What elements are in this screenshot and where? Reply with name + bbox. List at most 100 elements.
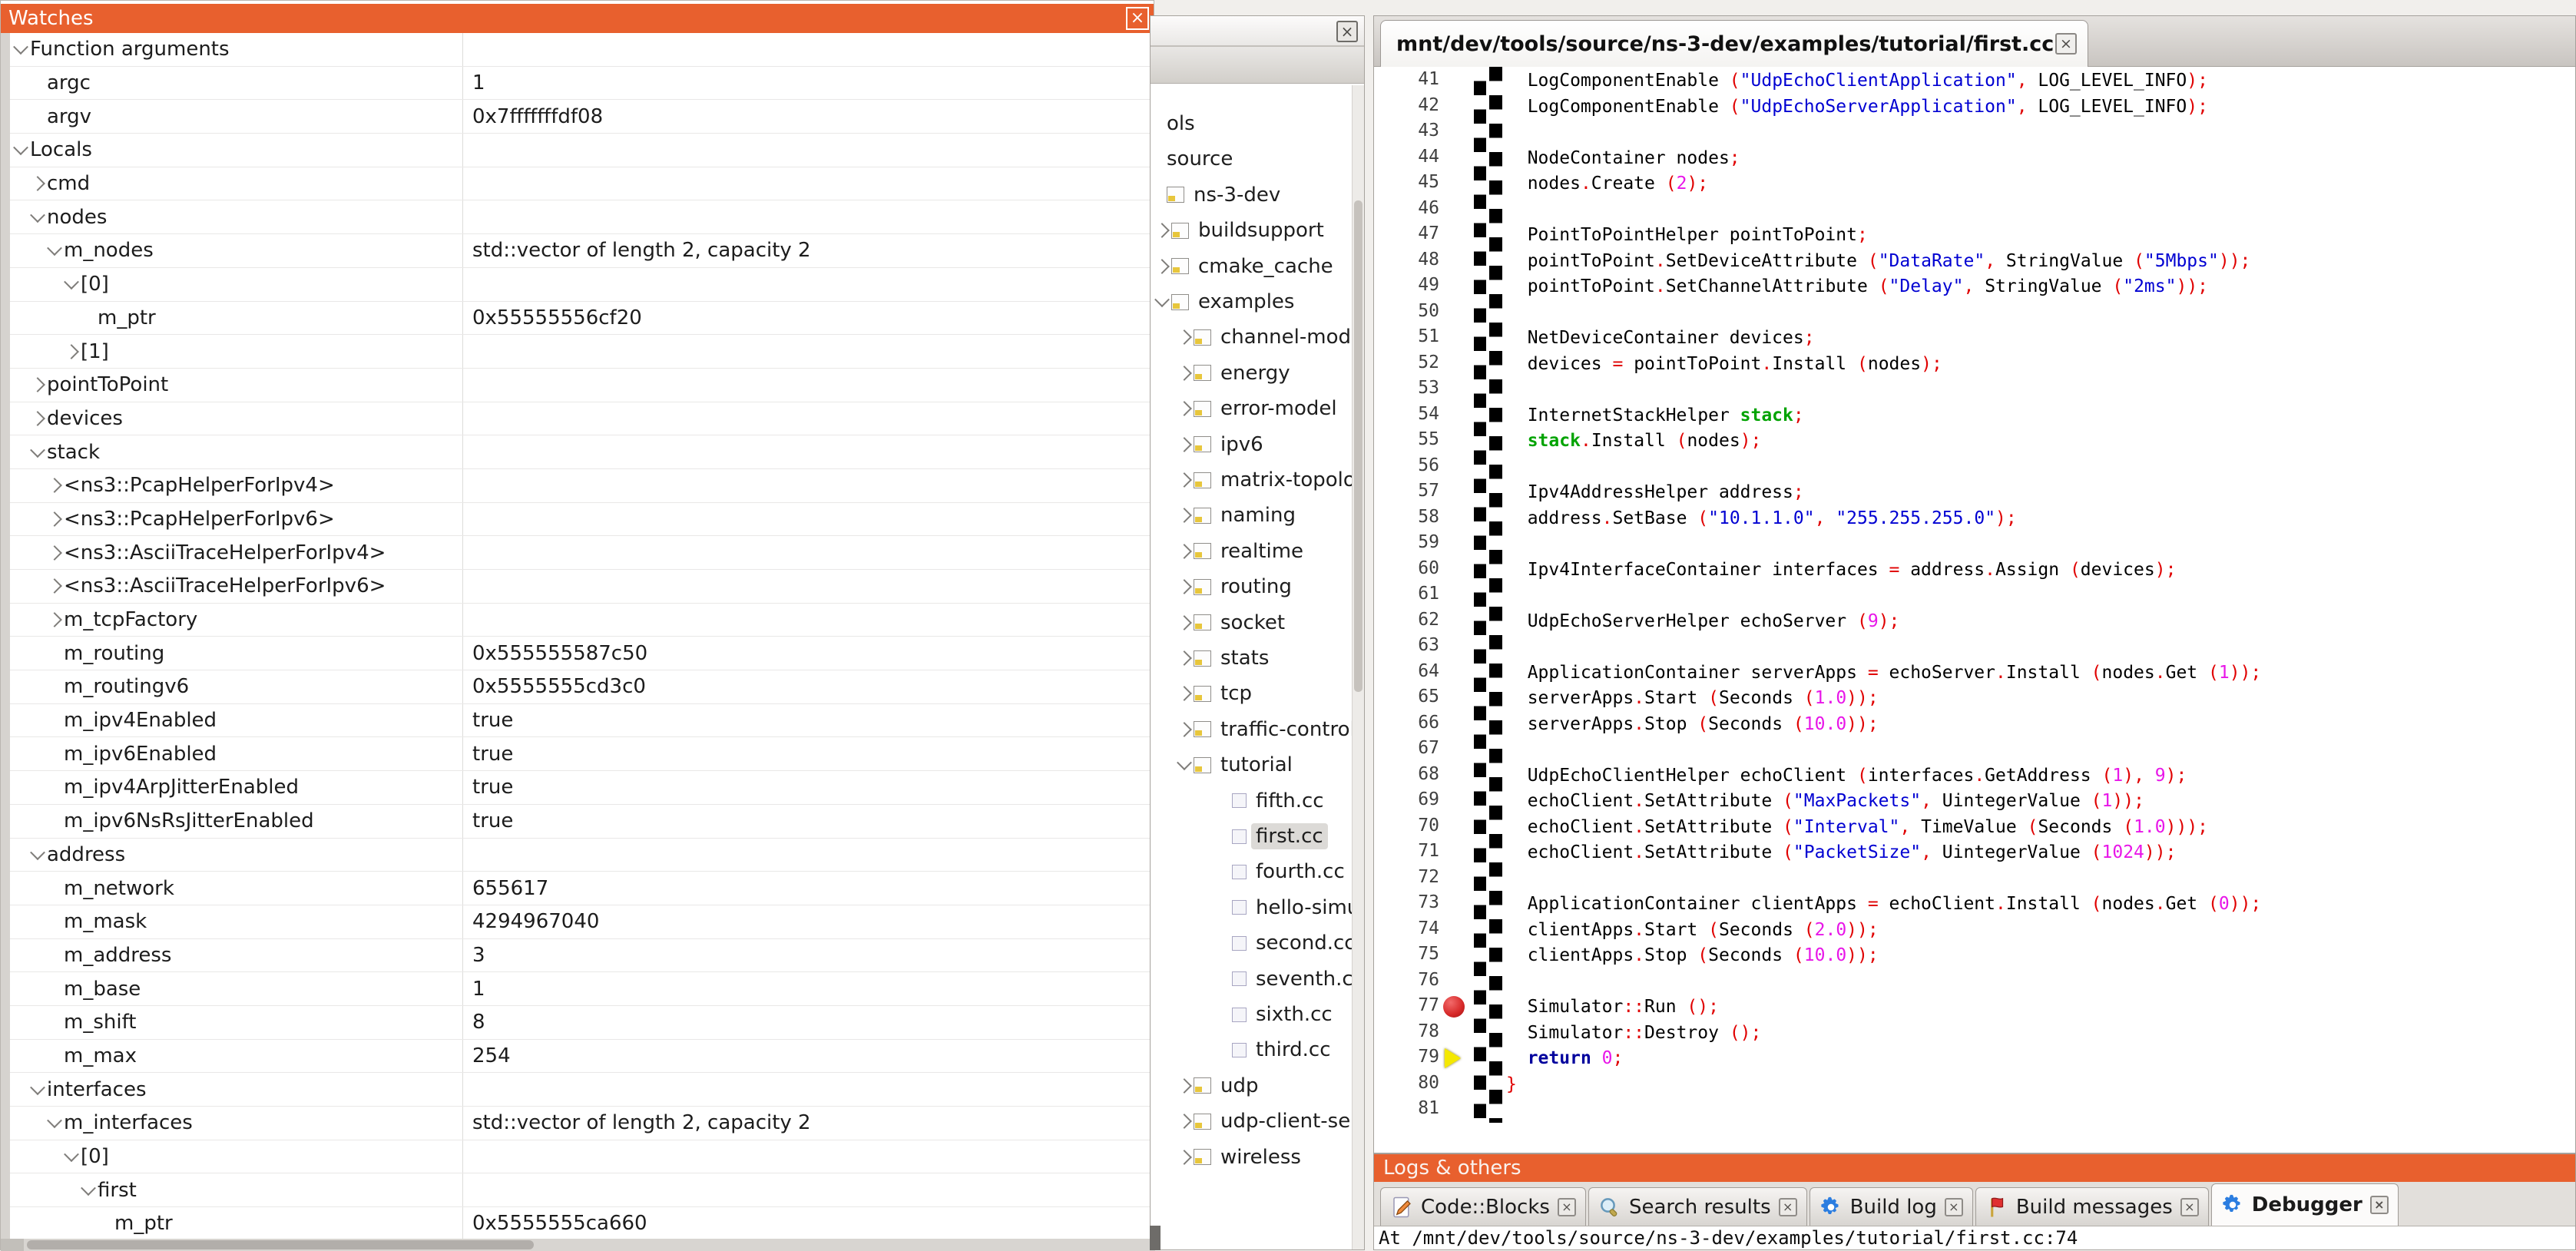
expander-closed-icon[interactable] [1153,225,1171,236]
expander-closed-icon[interactable] [28,379,47,390]
expander-open-icon[interactable] [28,212,47,223]
expander-closed-icon[interactable] [28,178,47,189]
breakpoint-icon[interactable] [1443,996,1465,1018]
watch-row[interactable]: [0] [10,268,1155,302]
tree-item-udp-client-server[interactable]: udp-client-server [1151,1104,1352,1139]
tree-item-stats[interactable]: stats [1151,640,1352,676]
watch-row[interactable]: devices [10,402,1155,436]
watch-row[interactable]: <ns3::PcapHelperForIpv6> [10,503,1155,537]
watch-row[interactable]: [0] [10,1140,1155,1174]
tree-item-ipv6[interactable]: ipv6 [1151,427,1352,462]
close-icon[interactable]: × [1336,21,1358,42]
watch-row[interactable]: m_ptr0x55555556cf20 [10,302,1155,336]
tree-item-cmake-cache[interactable]: cmake_cache [1151,249,1352,284]
expander-closed-icon[interactable] [28,413,47,424]
tree-item-source[interactable]: source [1151,141,1352,177]
expander-closed-icon[interactable] [45,514,64,525]
watch-row[interactable]: Locals [10,134,1155,167]
watch-row[interactable]: argv0x7fffffffdf08 [10,100,1155,134]
expander-closed-icon[interactable] [62,346,81,357]
watch-row[interactable]: m_tcpFactory [10,604,1155,637]
watch-row[interactable]: stack [10,435,1155,469]
close-icon[interactable]: × [2370,1196,2389,1214]
scrollbar-thumb[interactable] [1354,200,1362,692]
watch-row[interactable]: <ns3::AsciiTraceHelperForIpv6> [10,570,1155,604]
expander-closed-icon[interactable] [1175,403,1194,414]
expander-closed-icon[interactable] [1175,475,1194,485]
expander-closed-icon[interactable] [1153,261,1171,272]
tree-item-energy[interactable]: energy [1151,356,1352,391]
watch-row[interactable]: m_mask4294967040 [10,905,1155,939]
watch-row[interactable]: m_ipv6NsRsJitterEnabledtrue [10,805,1155,839]
tree-item-channel-models[interactable]: channel-models [1151,319,1352,355]
expander-closed-icon[interactable] [45,614,64,625]
watch-row[interactable]: m_ipv4ArpJitterEnabledtrue [10,771,1155,805]
tree-item-socket[interactable]: socket [1151,605,1352,640]
tree-item-fourth-cc[interactable]: fourth.cc [1151,854,1352,889]
watches-horizontal-scrollbar[interactable] [1,1239,1155,1251]
tree-item-realtime[interactable]: realtime [1151,534,1352,569]
expander-closed-icon[interactable] [45,581,64,591]
code-editor[interactable]: 4142434445464748495051525354555657585960… [1374,67,2575,1128]
close-icon[interactable]: × [2180,1198,2199,1216]
expander-open-icon[interactable] [12,144,30,155]
expander-closed-icon[interactable] [1175,617,1194,628]
watch-row[interactable]: m_base1 [10,972,1155,1006]
logs-tab-search-results[interactable]: Search results× [1588,1187,1807,1226]
expander-open-icon[interactable] [45,1117,64,1128]
tree-item-hello-simulator-cc[interactable]: hello-simulator.cc [1151,890,1352,925]
expander-open-icon[interactable] [28,849,47,860]
tree-item-traffic-control[interactable]: traffic-control [1151,712,1352,747]
tree-item-routing[interactable]: routing [1151,569,1352,604]
tree-item-udp[interactable]: udp [1151,1068,1352,1104]
fold-margin[interactable] [1474,67,1502,1123]
expander-open-icon[interactable] [12,44,30,55]
tree-item-wireless[interactable]: wireless [1151,1140,1352,1175]
watch-row[interactable]: m_ipv6Enabledtrue [10,737,1155,771]
expander-open-icon[interactable] [62,279,81,290]
watch-row[interactable]: m_network655617 [10,872,1155,905]
close-icon[interactable]: × [1558,1198,1576,1216]
expander-closed-icon[interactable] [1175,688,1194,699]
expander-closed-icon[interactable] [45,480,64,491]
expander-closed-icon[interactable] [1175,546,1194,557]
expander-closed-icon[interactable] [1175,1152,1194,1163]
resize-corner[interactable] [1150,1226,1161,1250]
expander-open-icon[interactable] [28,447,47,458]
watch-row[interactable]: interfaces [10,1073,1155,1107]
expander-closed-icon[interactable] [1175,1081,1194,1091]
watch-row[interactable]: m_ptr0x5555555ca660 [10,1207,1155,1239]
expander-closed-icon[interactable] [1175,1116,1194,1127]
logs-tab-debugger[interactable]: Debugger× [2211,1183,2399,1226]
project-tree-header[interactable]: × [1151,16,1364,84]
expander-closed-icon[interactable] [1175,439,1194,450]
tree-item-buildsupport[interactable]: buildsupport [1151,213,1352,248]
tree-item-examples[interactable]: examples [1151,284,1352,319]
watch-row[interactable]: m_max254 [10,1040,1155,1074]
tree-item-ns-3-dev[interactable]: ns-3-dev [1151,177,1352,213]
tree-item-sixth-cc[interactable]: sixth.cc [1151,997,1352,1032]
close-icon[interactable]: × [1126,7,1149,30]
watch-row[interactable]: first [10,1173,1155,1207]
expander-closed-icon[interactable] [1175,368,1194,379]
expander-closed-icon[interactable] [1175,653,1194,664]
watch-row[interactable]: m_nodesstd::vector of length 2, capacity… [10,234,1155,268]
expander-closed-icon[interactable] [1175,510,1194,521]
expander-closed-icon[interactable] [1175,332,1194,343]
tree-item-naming[interactable]: naming [1151,498,1352,533]
scrollbar-thumb[interactable] [27,1240,534,1249]
watch-row[interactable]: m_address3 [10,939,1155,973]
tree-vertical-scrollbar[interactable] [1352,85,1364,1249]
close-icon[interactable]: × [2055,33,2077,55]
expander-closed-icon[interactable] [1175,581,1194,592]
expander-open-icon[interactable] [62,1151,81,1162]
watches-titlebar[interactable]: Watches × [1,4,1154,33]
close-icon[interactable]: × [1779,1198,1797,1216]
tree-item-first-cc[interactable]: first.cc [1151,819,1352,854]
watch-row[interactable]: [1] [10,335,1155,369]
tree-item-ols[interactable]: ols [1151,106,1352,141]
tree-item-error-model[interactable]: error-model [1151,391,1352,426]
watch-row[interactable]: <ns3::PcapHelperForIpv4> [10,469,1155,503]
watch-row[interactable]: m_routingv60x5555555cd3c0 [10,670,1155,704]
watch-row[interactable]: Function arguments [10,33,1155,67]
